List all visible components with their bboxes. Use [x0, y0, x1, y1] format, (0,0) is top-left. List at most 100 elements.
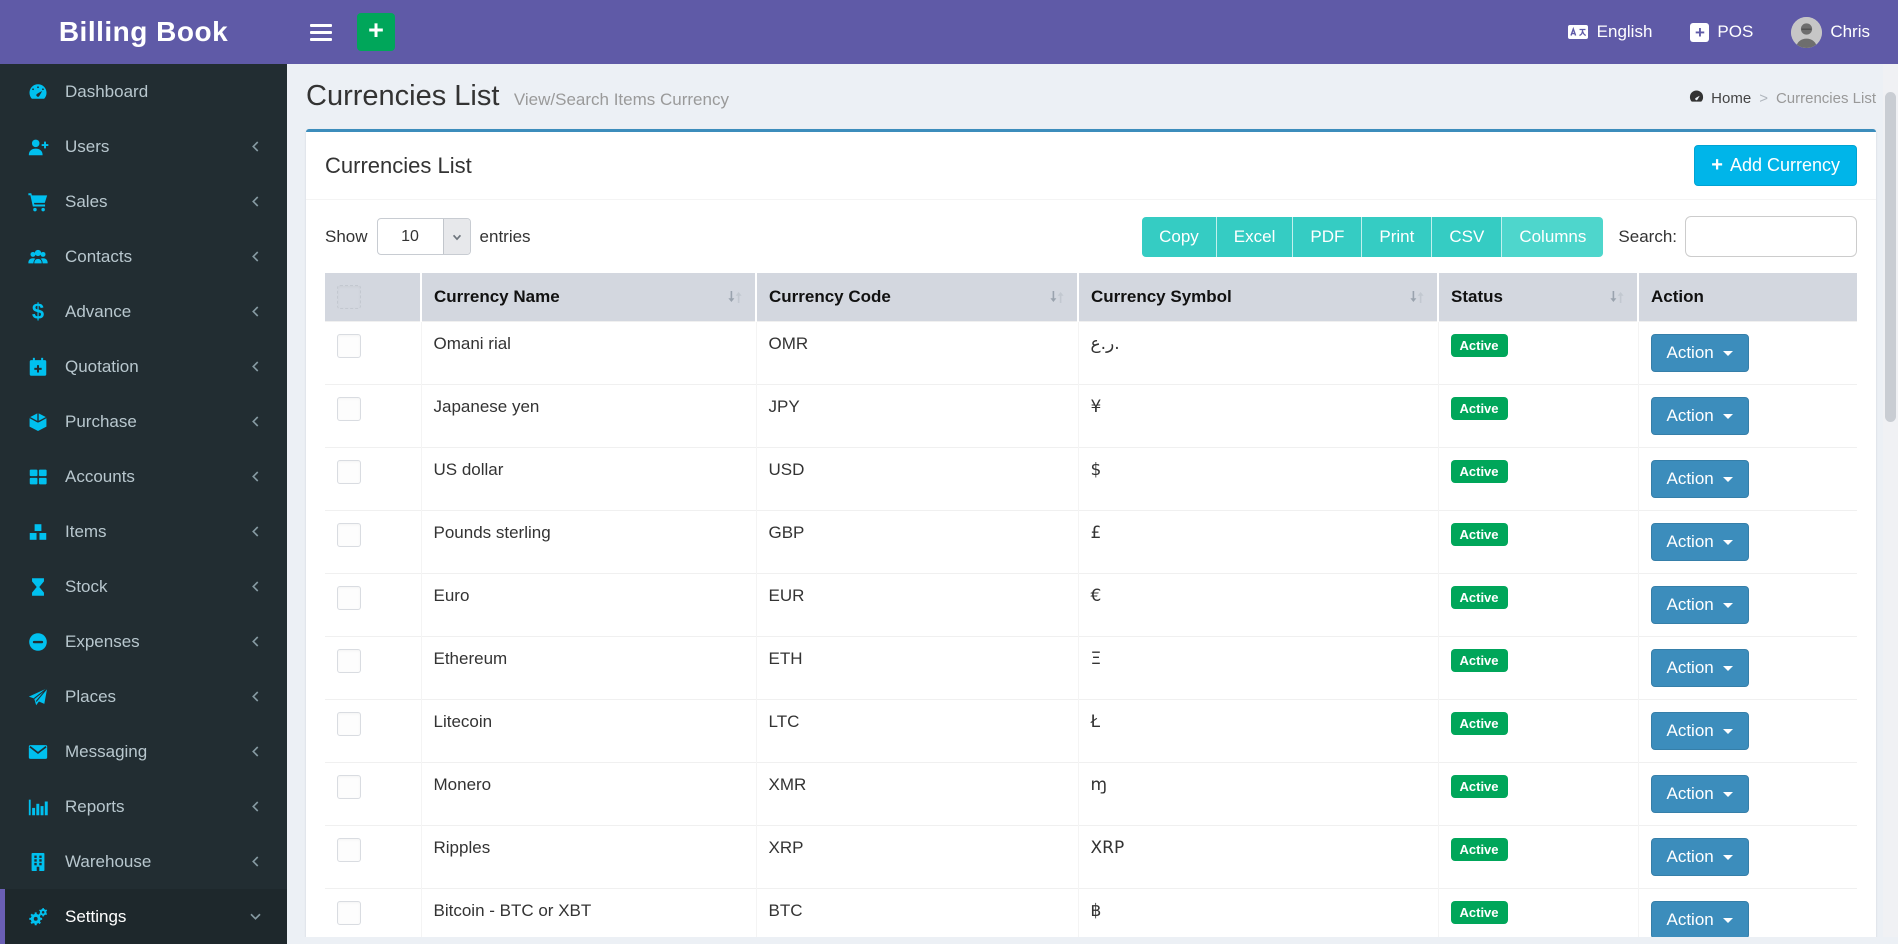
status-badge: Active [1451, 334, 1508, 357]
action-dropdown-button[interactable]: Action [1651, 334, 1749, 372]
action-dropdown-button[interactable]: Action [1651, 397, 1749, 435]
add-currency-button[interactable]: + Add Currency [1694, 145, 1857, 186]
caret-down-icon [1723, 918, 1733, 923]
currency-name-cell: Monero [421, 763, 756, 826]
pdf-button[interactable]: PDF [1293, 217, 1362, 257]
quick-add-button[interactable]: + [357, 13, 395, 51]
row-checkbox[interactable] [337, 586, 361, 610]
action-dropdown-button[interactable]: Action [1651, 712, 1749, 750]
page-size-select[interactable]: 10 [377, 218, 471, 255]
action-dropdown-button[interactable]: Action [1651, 523, 1749, 561]
sidebar-item-dashboard[interactable]: Dashboard [0, 64, 287, 119]
sidebar-item-places[interactable]: Places [0, 669, 287, 724]
pos-button[interactable]: + POS [1690, 22, 1753, 42]
row-checkbox[interactable] [337, 649, 361, 673]
sort-status[interactable]: Status [1438, 273, 1638, 322]
sidebar-toggle-button[interactable] [297, 0, 345, 64]
sidebar-item-users[interactable]: Users [0, 119, 287, 174]
excel-button[interactable]: Excel [1217, 217, 1294, 257]
currency-name-cell: Omani rial [421, 322, 756, 385]
sidebar-item-label: Messaging [65, 742, 147, 762]
sidebar-item-label: Contacts [65, 247, 132, 267]
row-checkbox[interactable] [337, 397, 361, 421]
building-icon [24, 851, 52, 873]
caret-down-icon [1723, 792, 1733, 797]
caret-down-icon [1723, 477, 1733, 482]
row-checkbox[interactable] [337, 775, 361, 799]
currency-symbol-cell: ر.ع. [1078, 322, 1438, 385]
csv-button[interactable]: CSV [1432, 217, 1502, 257]
panel-title: Currencies List [325, 153, 472, 179]
table-row: Euro EUR € Active Action [325, 574, 1857, 637]
chevron-left-icon [248, 634, 263, 649]
app-logo[interactable]: Billing Book [0, 0, 287, 64]
action-header: Action [1638, 273, 1857, 322]
sidebar-item-purchase[interactable]: Purchase [0, 394, 287, 449]
print-button[interactable]: Print [1362, 217, 1432, 257]
sidebar-item-items[interactable]: Items [0, 504, 287, 559]
language-icon [1567, 24, 1589, 41]
sidebar-item-label: Accounts [65, 467, 135, 487]
panel-header: Currencies List + Add Currency [306, 132, 1876, 200]
action-dropdown-button[interactable]: Action [1651, 838, 1749, 876]
action-dropdown-button[interactable]: Action [1651, 901, 1749, 937]
sort-currency-code[interactable]: Currency Code [756, 273, 1078, 322]
currency-symbol-cell: ฿ [1078, 889, 1438, 938]
sidebar-item-advance[interactable]: $ Advance [0, 284, 287, 339]
row-checkbox[interactable] [337, 901, 361, 925]
copy-button[interactable]: Copy [1142, 217, 1217, 257]
envelope-icon [24, 741, 52, 763]
currency-code-cell: XMR [756, 763, 1078, 826]
columns-button[interactable]: Columns [1502, 217, 1603, 257]
sidebar-item-label: Stock [65, 577, 108, 597]
row-checkbox[interactable] [337, 712, 361, 736]
currencies-table: Currency Name Currency Code Currency Sym… [325, 273, 1857, 937]
sidebar-item-messaging[interactable]: Messaging [0, 724, 287, 779]
currency-name-cell: Ripples [421, 826, 756, 889]
user-menu[interactable]: Chris [1791, 17, 1870, 48]
sidebar-item-quotation[interactable]: Quotation [0, 339, 287, 394]
action-dropdown-button[interactable]: Action [1651, 649, 1749, 687]
sidebar-item-label: Dashboard [65, 82, 148, 102]
language-menu[interactable]: English [1567, 22, 1653, 42]
scrollbar-thumb[interactable] [1885, 92, 1896, 422]
row-checkbox[interactable] [337, 523, 361, 547]
chevron-left-icon [248, 304, 263, 319]
action-dropdown-button[interactable]: Action [1651, 460, 1749, 498]
sidebar-item-contacts[interactable]: Contacts [0, 229, 287, 284]
scrollbar[interactable] [1883, 64, 1898, 937]
sidebar-item-reports[interactable]: Reports [0, 779, 287, 834]
sidebar-item-settings[interactable]: Settings [0, 889, 287, 944]
caret-down-icon [1723, 666, 1733, 671]
row-checkbox[interactable] [337, 334, 361, 358]
chevron-left-icon [248, 799, 263, 814]
sidebar-item-warehouse[interactable]: Warehouse [0, 834, 287, 889]
chevron-left-icon [248, 689, 263, 704]
sidebar-item-label: Items [65, 522, 107, 542]
row-checkbox[interactable] [337, 460, 361, 484]
sidebar-item-accounts[interactable]: Accounts [0, 449, 287, 504]
caret-down-icon [1723, 603, 1733, 608]
app-title: Billing Book [59, 16, 228, 48]
sidebar-item-stock[interactable]: Stock [0, 559, 287, 614]
currency-symbol-cell: ¥ [1078, 385, 1438, 448]
username: Chris [1830, 22, 1870, 42]
shopping-cart-icon [24, 191, 52, 213]
dollar-icon: $ [24, 299, 52, 325]
table-row: Japanese yen JPY ¥ Active Action [325, 385, 1857, 448]
select-all-checkbox[interactable] [337, 285, 361, 309]
action-dropdown-button[interactable]: Action [1651, 586, 1749, 624]
status-badge: Active [1451, 838, 1508, 861]
breadcrumb-home-link[interactable]: Home [1688, 88, 1751, 109]
sort-currency-name[interactable]: Currency Name [421, 273, 756, 322]
row-checkbox[interactable] [337, 838, 361, 862]
status-badge: Active [1451, 586, 1508, 609]
chevron-left-icon [248, 194, 263, 209]
users-icon [24, 246, 52, 268]
sort-currency-symbol[interactable]: Currency Symbol [1078, 273, 1438, 322]
select-all-header [325, 273, 421, 322]
action-dropdown-button[interactable]: Action [1651, 775, 1749, 813]
search-input[interactable] [1685, 216, 1857, 257]
sidebar-item-expenses[interactable]: Expenses [0, 614, 287, 669]
sidebar-item-sales[interactable]: Sales [0, 174, 287, 229]
